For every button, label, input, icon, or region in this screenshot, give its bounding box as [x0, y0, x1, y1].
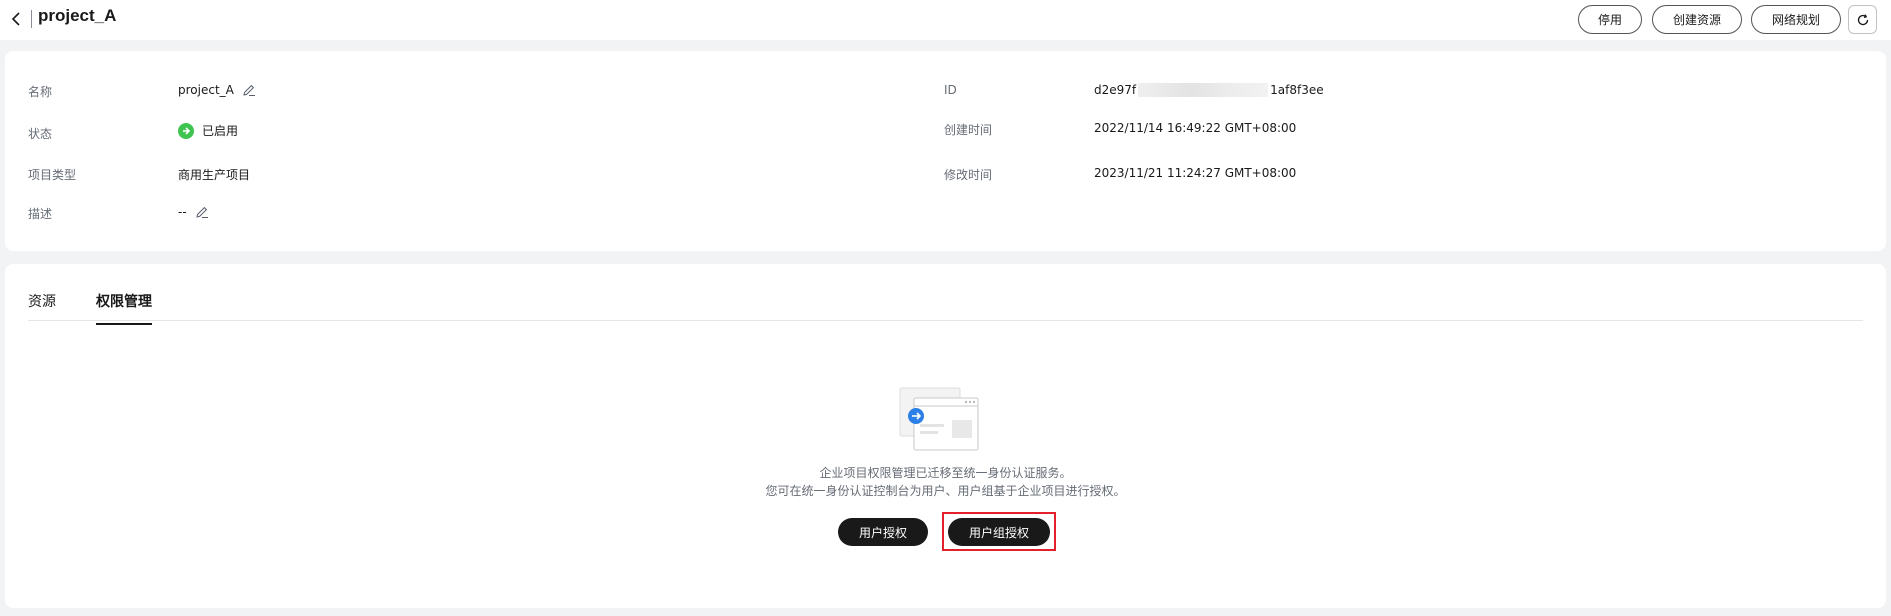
description-text: --: [178, 205, 187, 219]
project-type-value: 商用生产项目: [178, 168, 251, 182]
basic-info-card: 名称 project_A 状态 已启用 项目类型 商用生产项目 描述 -- ID…: [5, 51, 1886, 251]
id-value: d2e97f 1af8f3ee: [1094, 83, 1324, 97]
name-label: 名称: [28, 85, 53, 99]
name-text: project_A: [178, 83, 234, 97]
tab-permission-management[interactable]: 权限管理: [96, 291, 152, 325]
create-resource-button[interactable]: 创建资源: [1652, 5, 1742, 34]
modified-time-label: 修改时间: [944, 168, 993, 182]
name-value: project_A: [178, 83, 256, 97]
user-authorization-button[interactable]: 用户授权: [838, 518, 928, 546]
created-time-label: 创建时间: [944, 123, 993, 137]
status-value: 已启用: [178, 122, 238, 139]
title-divider: [31, 10, 32, 28]
id-redaction-mask: [1138, 83, 1269, 97]
highlight-annotation-box: [942, 512, 1056, 551]
edit-name-icon[interactable]: [242, 83, 256, 97]
back-arrow-icon[interactable]: [8, 10, 26, 28]
permissions-card: 资源 权限管理 企业项目权限管理已迁移至统一身份认证服务。 您可在统一身份认证控…: [5, 264, 1886, 608]
tab-resources[interactable]: 资源: [28, 291, 56, 323]
status-text: 已启用: [202, 124, 239, 138]
page-title: project_A: [38, 6, 117, 25]
id-suffix: 1af8f3ee: [1270, 83, 1324, 97]
modified-time-value: 2023/11/21 11:24:27 GMT+08:00: [1094, 166, 1297, 180]
created-time-value: 2022/11/14 16:49:22 GMT+08:00: [1094, 121, 1297, 135]
status-label: 状态: [28, 127, 53, 141]
id-prefix: d2e97f: [1094, 83, 1137, 97]
project-type-label: 项目类型: [28, 168, 77, 182]
edit-description-icon[interactable]: [195, 205, 209, 219]
migration-illustration-icon: [899, 387, 979, 451]
migration-notice-line2: 您可在统一身份认证控制台为用户、用户组基于企业项目进行授权。: [765, 484, 1126, 498]
id-label: ID: [944, 83, 957, 97]
migration-notice-line1: 企业项目权限管理已迁移至统一身份认证服务。: [819, 466, 1072, 480]
description-value: --: [178, 205, 209, 219]
page-header: project_A 停用 创建资源 网络规划: [0, 0, 1891, 40]
refresh-button[interactable]: [1848, 5, 1877, 34]
network-planning-button[interactable]: 网络规划: [1751, 5, 1841, 34]
disable-button[interactable]: 停用: [1578, 5, 1642, 34]
refresh-icon: [1857, 13, 1868, 25]
tab-bar: 资源 权限管理: [28, 264, 1863, 325]
description-label: 描述: [28, 207, 53, 221]
enabled-status-icon: [178, 122, 194, 139]
